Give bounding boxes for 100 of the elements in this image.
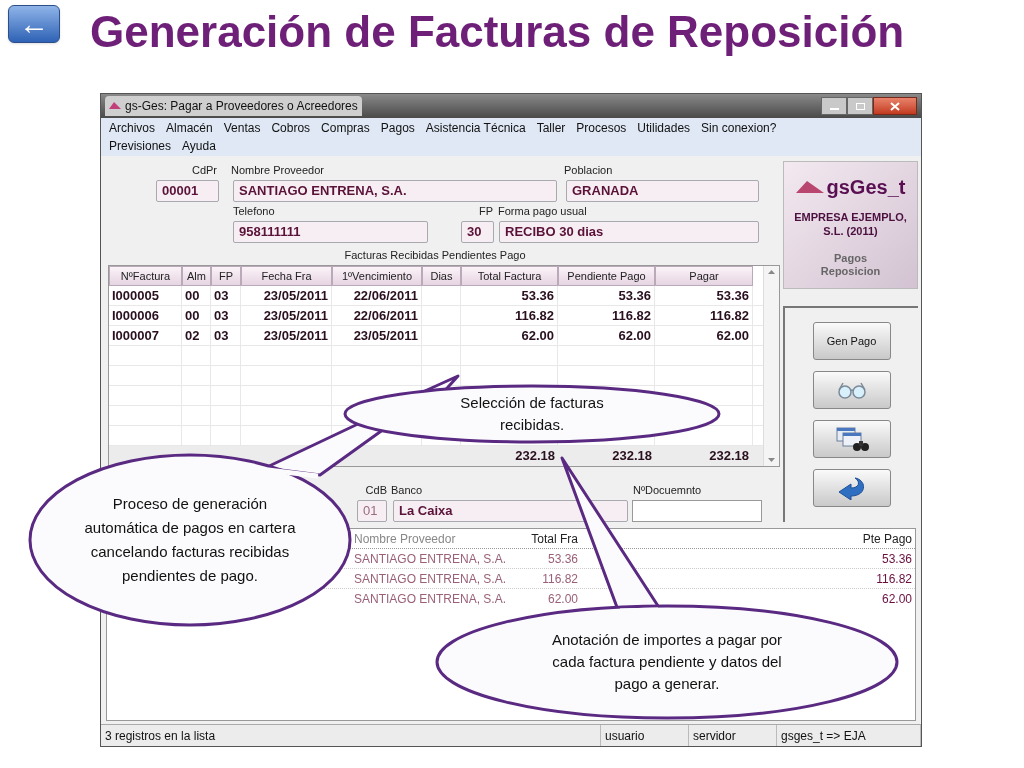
column-header[interactable]: 1ºVencimiento	[332, 266, 422, 287]
table-cell-text: SANTIAGO ENTRENA, S.A.	[353, 591, 508, 608]
menu-item[interactable]: Asistencia Técnica	[425, 119, 526, 137]
slide-title: Generación de Facturas de Reposición	[90, 6, 905, 58]
input-field[interactable]: GRANADA	[566, 179, 759, 202]
callout-text: Anotación de importes a pagar por cada factura pendiente y datos del pago a generar.	[550, 630, 784, 694]
brand-name: gsGes_t	[826, 175, 906, 200]
field-label: FP	[477, 204, 493, 220]
column-header[interactable]: NºFactura	[109, 266, 182, 287]
gen-pago-button[interactable]: Gen Pago	[812, 322, 891, 360]
table-cell: 00	[182, 306, 211, 326]
menu-item[interactable]: Almacén	[166, 119, 213, 137]
minimize-button[interactable]	[821, 97, 847, 115]
menu-item[interactable]: Pagos	[380, 119, 415, 137]
column-header[interactable]: Fecha Fra	[241, 266, 332, 287]
menu-item[interactable]: Compras	[321, 119, 370, 137]
table-cell-text: SANTIAGO ENTRENA, S.A.	[353, 571, 508, 588]
table-cell: 03	[211, 306, 241, 326]
table-cell: 23/05/2011	[241, 326, 332, 346]
field-label: Banco	[391, 482, 424, 498]
field-label: NºDocuemnto	[633, 482, 703, 498]
table-cell: 03	[211, 286, 241, 306]
input-field[interactable]: RECIBO 30 dias	[499, 220, 759, 243]
menu-item[interactable]: Archivos	[109, 119, 155, 137]
field-label: Nombre Proveedor	[231, 162, 325, 178]
close-icon	[890, 101, 900, 111]
module-name: Pagos Reposicion	[819, 252, 882, 278]
column-header[interactable]: Nombre Proveedor	[351, 529, 516, 548]
status-text: 3 registros en la lista	[101, 725, 601, 746]
menu-item[interactable]: Cobros	[271, 119, 311, 137]
status-text: gsges_t => EJA	[777, 725, 921, 746]
table-cell: 03	[211, 326, 241, 346]
input-field[interactable]: 958111111	[233, 220, 428, 243]
table-cell: 116.82	[461, 306, 558, 326]
status-text: usuario	[601, 725, 689, 746]
column-header[interactable]: Alm	[182, 266, 211, 287]
table-cell: 23/05/2011	[241, 306, 332, 326]
app-logo-icon	[109, 101, 121, 111]
table-cell: 22/06/2011	[332, 286, 422, 306]
table-cell: 62.00	[558, 326, 655, 346]
menu-item[interactable]: Taller	[536, 119, 566, 137]
callout-text: Proceso de generación automática de pagos en cartera cancelando facturas recibidas pendientes de pago.	[83, 494, 297, 586]
table-cell: 116.82	[655, 306, 753, 326]
total-cell-text: 232.18	[708, 447, 750, 466]
glasses-icon	[835, 381, 868, 399]
scroll-up-icon	[768, 270, 775, 275]
icon-button[interactable]	[812, 420, 891, 458]
table-cell-text: SANTIAGO ENTRENA, S.A.	[353, 551, 508, 568]
menu-item[interactable]: Previsiones	[109, 137, 172, 155]
input-field[interactable]: 30	[461, 220, 494, 243]
table-cell: 02	[182, 326, 211, 346]
table-cell: 53.36	[655, 286, 753, 306]
column-header[interactable]: Total Fra	[516, 529, 581, 548]
back-button[interactable]: ←	[8, 5, 60, 43]
menu-item[interactable]: Sin conexion?	[701, 119, 777, 137]
table-cell-text: 62.00	[546, 591, 579, 608]
windows-binoculars-icon	[834, 426, 869, 452]
table-cell-text: 62.00	[880, 591, 913, 608]
table-cell-text: 116.82	[875, 571, 913, 588]
column-header[interactable]: Pagar	[655, 266, 753, 287]
input-field[interactable]: 01	[357, 500, 387, 523]
table-cell: 116.82	[558, 306, 655, 326]
table-cell: I000005	[109, 286, 182, 306]
column-header[interactable]: Dias	[422, 266, 461, 287]
input-field[interactable]: SANTIAGO ENTRENA, S.A.	[233, 179, 557, 202]
document-number-field[interactable]	[632, 500, 762, 523]
maximize-button[interactable]	[847, 97, 873, 115]
table-cell-text: 53.36	[880, 551, 913, 568]
menu-item[interactable]: Ventas	[223, 119, 261, 137]
field-label: CdPr	[190, 162, 217, 178]
total-cell-text: 232.18	[611, 447, 653, 466]
scrollbar[interactable]	[763, 266, 779, 467]
field-label: Poblacion	[564, 162, 614, 178]
menu-item[interactable]: Utilidades	[637, 119, 691, 137]
company-name: EMPRESA EJEMPLO, S.L. (2011)	[793, 210, 908, 238]
return-arrow-icon	[836, 476, 867, 500]
column-header[interactable]: Pendiente Pago	[558, 266, 655, 287]
column-header[interactable]: Total Factura	[461, 266, 558, 287]
brand-logo-icon	[795, 180, 824, 194]
input-field[interactable]: La Caixa	[393, 500, 628, 523]
field-label: CdB	[364, 482, 387, 498]
total-cell-text: 232.18	[514, 447, 556, 466]
column-header[interactable]: FP	[211, 266, 241, 287]
input-field[interactable]: 00001	[156, 179, 219, 202]
table-cell-text: 116.82	[541, 571, 579, 588]
column-header[interactable]: Pte Pago	[581, 529, 915, 548]
status-text: servidor	[689, 725, 777, 746]
table-cell: 00	[182, 286, 211, 306]
table-cell: 22/06/2011	[332, 306, 422, 326]
table-cell: 62.00	[655, 326, 753, 346]
close-button[interactable]	[873, 97, 917, 115]
menu-item[interactable]: Ayuda	[182, 137, 216, 155]
table-cell: I000007	[109, 326, 182, 346]
table-cell: 23/05/2011	[332, 326, 422, 346]
table-cell: 53.36	[461, 286, 558, 306]
field-label: Forma pago usual	[498, 204, 588, 220]
menu-item[interactable]: Procesos	[576, 119, 627, 137]
table-caption: Facturas Recibidas Pendientes Pago	[343, 248, 527, 264]
table-cell: 62.00	[461, 326, 558, 346]
field-label: Telefono	[233, 204, 276, 220]
